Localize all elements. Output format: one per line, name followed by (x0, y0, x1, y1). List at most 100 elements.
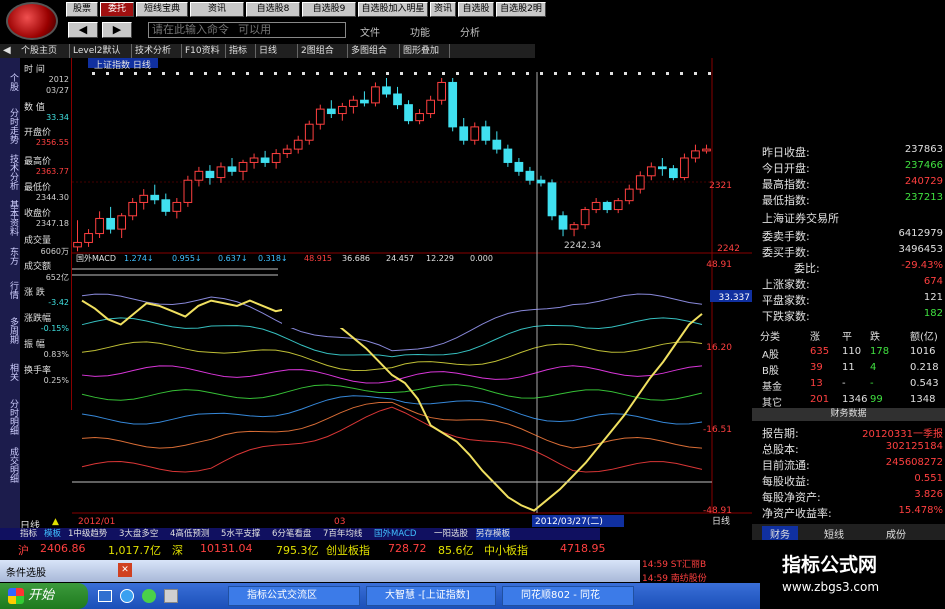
indicator-tab-8[interactable]: 国外MACD (374, 528, 416, 540)
candle-body (514, 161, 524, 172)
marker-dot (498, 72, 501, 75)
menu-file[interactable]: 文件 (360, 24, 380, 39)
back-arrow-icon[interactable]: ◀ (68, 22, 98, 38)
tab-5[interactable]: 日线 (256, 44, 298, 58)
marker-dot (162, 72, 165, 75)
guide-button[interactable]: 短线宝典 (136, 2, 188, 17)
watchlist8-button[interactable]: 自选股8 (246, 2, 300, 17)
tab-3[interactable]: F10资料 (182, 44, 226, 58)
tab-6[interactable]: 2图组合 (298, 44, 348, 58)
left-tab-9[interactable]: 成交明细 (2, 442, 18, 488)
menu-function[interactable]: 功能 (410, 24, 430, 39)
indicator-tab-3[interactable]: 3大盘多空 (119, 528, 158, 540)
task-dazhihui[interactable]: 大智慧 -[上证指数] (366, 586, 496, 606)
indicator-tab-6[interactable]: 6分笔看盘 (272, 528, 311, 540)
info-label-low: 最低价 (24, 183, 52, 193)
candle-body (415, 113, 424, 122)
task-tonghuashun[interactable]: 同花顺802 - 同花 (502, 586, 634, 606)
watchlist9-button[interactable]: 自选股9 (302, 2, 356, 17)
marker-dot (666, 72, 669, 75)
left-tab-7[interactable]: 相关 (2, 352, 18, 392)
marker-dot (400, 72, 403, 75)
tab-1[interactable]: Level2默认 (70, 44, 132, 58)
right-tab-0[interactable]: 财务 (762, 526, 798, 541)
left-tab-1[interactable]: 分时走势 (2, 104, 18, 148)
left-tab-4[interactable]: 东方 (2, 242, 18, 270)
indicator-tab-9[interactable]: 一阳选股 (434, 528, 468, 540)
quicklaunch-folder-icon[interactable] (164, 589, 178, 603)
forward-arrow-icon[interactable]: ▶ (102, 22, 132, 38)
kline-chart[interactable]: 上证指数 日线 2321 2242 2242.34 国外MACD 1.274↓ 0… (72, 58, 752, 528)
indicator-tab-4[interactable]: 4高低预测 (170, 528, 209, 540)
news-button[interactable]: 资讯 (190, 2, 244, 17)
indicator-tab-10[interactable]: 另存模板 (476, 528, 511, 540)
macd-value: 1.274↓ (124, 254, 154, 263)
quicklaunch-ie-icon[interactable] (120, 589, 134, 603)
triangle-icon[interactable]: ▲ (52, 517, 59, 527)
indicator-tab-7[interactable]: 7百年均线 (323, 528, 362, 540)
candle-body (150, 194, 160, 201)
macd-value: 0.637↓ (218, 254, 248, 263)
watchlist2-button[interactable]: 自选股2明 (496, 2, 546, 17)
candle-body (536, 179, 546, 184)
quicklaunch-app-icon[interactable] (142, 589, 156, 603)
quote-sh-label: 沪 (18, 544, 29, 557)
macd-band-line (81, 293, 703, 352)
left-tab-0[interactable]: 个股 (2, 62, 18, 102)
quote-panel: 昨日收盘: 237863 今日开盘: 237466 最高指数: 240729 最低指数: 23… (752, 140, 945, 541)
candle-body (337, 105, 347, 115)
tab-0[interactable]: 个股主页 (18, 44, 70, 58)
indicator-tab-5[interactable]: 5水平支撑 (221, 528, 260, 540)
right-tab-2[interactable]: 成份 (886, 526, 906, 541)
tab-4[interactable]: 指标 (226, 44, 256, 58)
menu-analysis[interactable]: 分析 (460, 24, 480, 39)
quote-value: 240729 (904, 176, 943, 187)
menu-arrow-icon[interactable]: ◀ (3, 44, 11, 58)
quicklaunch-desktop-icon[interactable] (98, 590, 112, 602)
quote-cyb-label: 创业板指 (326, 544, 370, 557)
watchlist-button[interactable]: 自选股 (458, 2, 494, 17)
indicator-tab-0[interactable]: 指标 (20, 528, 37, 540)
add-watchlist-button[interactable]: 自选股加入明星 (358, 2, 428, 17)
tab-7[interactable]: 多图组合 (348, 44, 400, 58)
macd-gap (282, 288, 362, 328)
price-axis-bottom: 2242 (717, 244, 740, 254)
candle-body (73, 241, 82, 248)
left-tab-6[interactable]: 多周期 (2, 310, 18, 350)
macd-band-line (81, 395, 703, 425)
candle-body (525, 170, 535, 181)
candle-body (657, 166, 667, 170)
info-button[interactable]: 资讯 (430, 2, 456, 17)
task-forum[interactable]: 指标公式交流区 (228, 586, 360, 606)
news-ticker[interactable]: 14:59 ST汇丽B 14:59 南纺股份 (640, 556, 760, 584)
left-tab-3[interactable]: 基本资料 (2, 196, 18, 240)
marker-dot (106, 72, 109, 75)
candle-body (84, 233, 93, 243)
marker-dot (92, 72, 95, 75)
left-tab-5[interactable]: 行情 (2, 272, 18, 308)
fin-value: 245608272 (885, 457, 943, 468)
app-logo-icon[interactable] (6, 2, 58, 40)
tab-2[interactable]: 技术分析 (132, 44, 182, 58)
marker-dot (148, 72, 151, 75)
indicator-tab-2[interactable]: 1中级趋势 (68, 528, 107, 540)
close-icon[interactable]: ✕ (118, 563, 132, 577)
indicator-tab-1[interactable]: 模板 (44, 528, 61, 540)
macd-value: 24.457 (386, 254, 414, 263)
stocks-button[interactable]: 股票 (66, 2, 98, 17)
info-label-turn: 换手率 (24, 366, 52, 376)
left-tab-2[interactable]: 技术分析 (2, 150, 18, 194)
left-tab-8[interactable]: 分时明细 (2, 394, 18, 440)
marker-dot (316, 72, 319, 75)
news-item[interactable]: 14:59 ST汇丽B (640, 556, 760, 571)
candle-body (304, 123, 314, 141)
tab-8[interactable]: 图形叠加 (400, 44, 450, 58)
right-tabs: 财务 短线 成份 (752, 524, 945, 541)
command-input[interactable] (148, 22, 346, 38)
quote-value: 237466 (904, 160, 943, 171)
order-button[interactable]: 委托 (100, 2, 134, 17)
marker-dot (204, 72, 207, 75)
right-tab-1[interactable]: 短线 (824, 526, 844, 541)
candle-body (569, 224, 579, 230)
condition-select-bar: 条件选股 ✕ (0, 560, 640, 582)
